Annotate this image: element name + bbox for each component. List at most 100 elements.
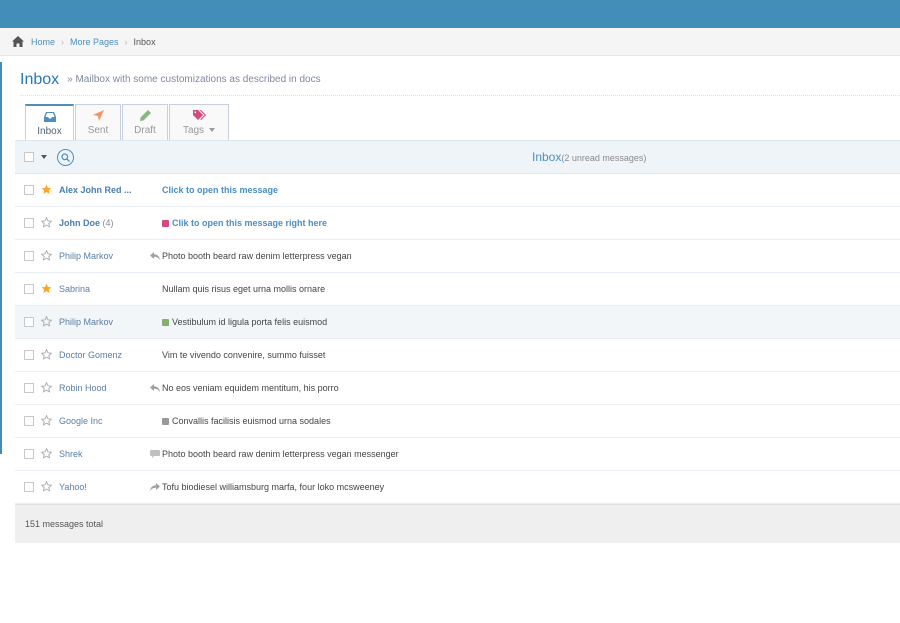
message-checkbox[interactable] [24, 317, 34, 327]
tag-label-badge [162, 417, 169, 425]
message-row[interactable]: Doctor Gomenz Vim te vivendo convenire, s… [15, 339, 900, 372]
sender-name: Yahoo! [59, 482, 87, 492]
tags-icon [192, 110, 206, 122]
message-row[interactable]: Sabrina Nullam quis risus eget urna molli… [15, 273, 900, 306]
star-filled-icon[interactable] [41, 283, 52, 294]
messages-total: 151 messages total [25, 519, 104, 529]
sender-name: Doctor Gomenz [59, 350, 123, 360]
sidebar-edge [0, 62, 2, 454]
message-row[interactable]: Philip Markov Vestibulum id ligula porta … [15, 306, 900, 339]
message-checkbox[interactable] [24, 185, 34, 195]
message-checkbox[interactable] [24, 482, 34, 492]
message-row[interactable]: Google Inc Convallis facilisis euismod ur… [15, 405, 900, 438]
message-subject[interactable]: Convallis facilisis euismod urna sodales [162, 416, 331, 426]
message-row[interactable]: Yahoo! Tofu biodiesel williamsburg marfa,… [15, 471, 900, 504]
sender-name: Philip Markov [59, 317, 114, 327]
message-sender[interactable]: Sabrina [59, 284, 90, 294]
inbox-icon [43, 111, 56, 123]
message-checkbox[interactable] [24, 416, 34, 426]
message-checkbox[interactable] [24, 383, 34, 393]
subject-text: Convallis facilisis euismod urna sodales [172, 416, 331, 426]
message-subject[interactable]: Vim te vivendo convenire, summo fuisset [162, 350, 325, 360]
tab-tags-label: Tags [182, 124, 205, 136]
sender-name: Sabrina [59, 284, 91, 294]
star-outline-icon[interactable] [40, 216, 53, 228]
star-filled-icon[interactable] [41, 184, 52, 195]
forward-icon [150, 483, 160, 491]
star-outline-icon[interactable] [40, 315, 53, 327]
subject-text: Vestibulum id ligula porta felis euismod [172, 317, 328, 327]
message-checkbox[interactable] [24, 284, 34, 294]
tab-tags[interactable]: Tags [169, 104, 229, 140]
message-list-toolbar: Inbox(2 unread messages) [15, 140, 900, 174]
message-subject[interactable]: Photo booth beard raw denim letterpress … [150, 449, 399, 459]
pencil-icon [139, 110, 151, 122]
chevron-down-icon [209, 128, 216, 132]
select-all-checkbox[interactable] [24, 152, 34, 162]
star-outline-icon[interactable] [40, 249, 53, 261]
search-button[interactable] [57, 148, 74, 166]
message-row[interactable]: Robin Hood No eos veniam equidem mentitum… [15, 372, 900, 405]
breadcrumb-more-pages-link[interactable]: More Pages [70, 37, 119, 47]
reply-icon [150, 252, 160, 260]
message-subject[interactable]: Tofu biodiesel williamsburg marfa, four … [150, 482, 384, 492]
message-sender[interactable]: Philip Markov [59, 251, 113, 261]
tab-draft-label: Draft [134, 124, 156, 136]
tag-label-badge [162, 219, 169, 227]
message-row[interactable]: Shrek Photo booth beard raw denim letterp… [15, 438, 900, 471]
star-outline-icon[interactable] [40, 447, 53, 459]
message-subject[interactable]: Clik to open this message right here [162, 218, 327, 228]
breadcrumb-separator-icon: › [124, 36, 128, 47]
tab-draft[interactable]: Draft [122, 104, 168, 140]
message-row[interactable]: Alex John Red ... Click to open this mess… [15, 174, 900, 207]
mail-tabs: Inbox Sent Draft Tags [25, 104, 230, 141]
tab-inbox-label: Inbox [37, 125, 62, 137]
message-checkbox[interactable] [24, 449, 34, 459]
star-outline-icon[interactable] [40, 348, 53, 360]
message-sender[interactable]: Philip Markov [59, 317, 113, 327]
message-list: Alex John Red ... Click to open this mess… [15, 174, 900, 504]
thread-count: (4) [102, 218, 114, 228]
list-title: Inbox(2 unread messages) [532, 150, 646, 164]
send-icon [92, 110, 104, 122]
message-subject[interactable]: Vestibulum id ligula porta felis euismod [162, 317, 327, 327]
message-subject[interactable]: No eos veniam equidem mentitum, his porr… [150, 383, 339, 393]
search-icon [61, 152, 70, 162]
star-outline-icon[interactable] [40, 381, 53, 393]
message-row[interactable]: John Doe (4) Clik to open this message ri… [15, 207, 900, 240]
page-title: Inbox [20, 70, 60, 88]
message-list-panel: Inbox(2 unread messages) Alex John Red .… [15, 140, 900, 543]
subject-text: Photo booth beard raw denim letterpress … [162, 251, 352, 261]
breadcrumb-separator-icon: › [61, 36, 65, 47]
message-sender[interactable]: Google Inc [59, 416, 103, 426]
page-subtitle: » Mailbox with some customizations as de… [67, 74, 321, 85]
subject-text: Nullam quis risus eget urna mollis ornar… [162, 284, 326, 294]
sender-name: John Doe [59, 218, 101, 228]
message-sender[interactable]: Alex John Red ... [59, 185, 132, 195]
message-sender[interactable]: John Doe (4) [59, 218, 114, 228]
message-sender[interactable]: Robin Hood [59, 383, 107, 393]
subject-text: Clik to open this message right here [172, 218, 328, 228]
breadcrumb-home-link[interactable]: Home [31, 37, 55, 47]
tab-inbox[interactable]: Inbox [25, 104, 74, 141]
message-sender[interactable]: Yahoo! [59, 482, 87, 492]
message-sender[interactable]: Doctor Gomenz [59, 350, 122, 360]
subject-text: No eos veniam equidem mentitum, his porr… [162, 383, 339, 393]
breadcrumb: Home › More Pages › Inbox [0, 28, 900, 56]
reply-icon [150, 384, 160, 392]
tab-sent[interactable]: Sent [75, 104, 121, 140]
message-checkbox[interactable] [24, 350, 34, 360]
select-menu-chevron-down-icon[interactable] [41, 155, 47, 159]
list-title-folder: Inbox [532, 150, 562, 164]
message-subject[interactable]: Click to open this message [162, 185, 278, 195]
sender-name: Shrek [59, 449, 83, 459]
message-checkbox[interactable] [24, 218, 34, 228]
message-checkbox[interactable] [24, 251, 34, 261]
message-subject[interactable]: Nullam quis risus eget urna mollis ornar… [162, 284, 325, 294]
unread-count: (2 unread messages) [561, 153, 647, 163]
star-outline-icon[interactable] [40, 414, 53, 426]
message-sender[interactable]: Shrek [59, 449, 83, 459]
message-row[interactable]: Philip Markov Photo booth beard raw denim… [15, 240, 900, 273]
message-subject[interactable]: Photo booth beard raw denim letterpress … [150, 251, 352, 261]
star-outline-icon[interactable] [40, 480, 53, 492]
